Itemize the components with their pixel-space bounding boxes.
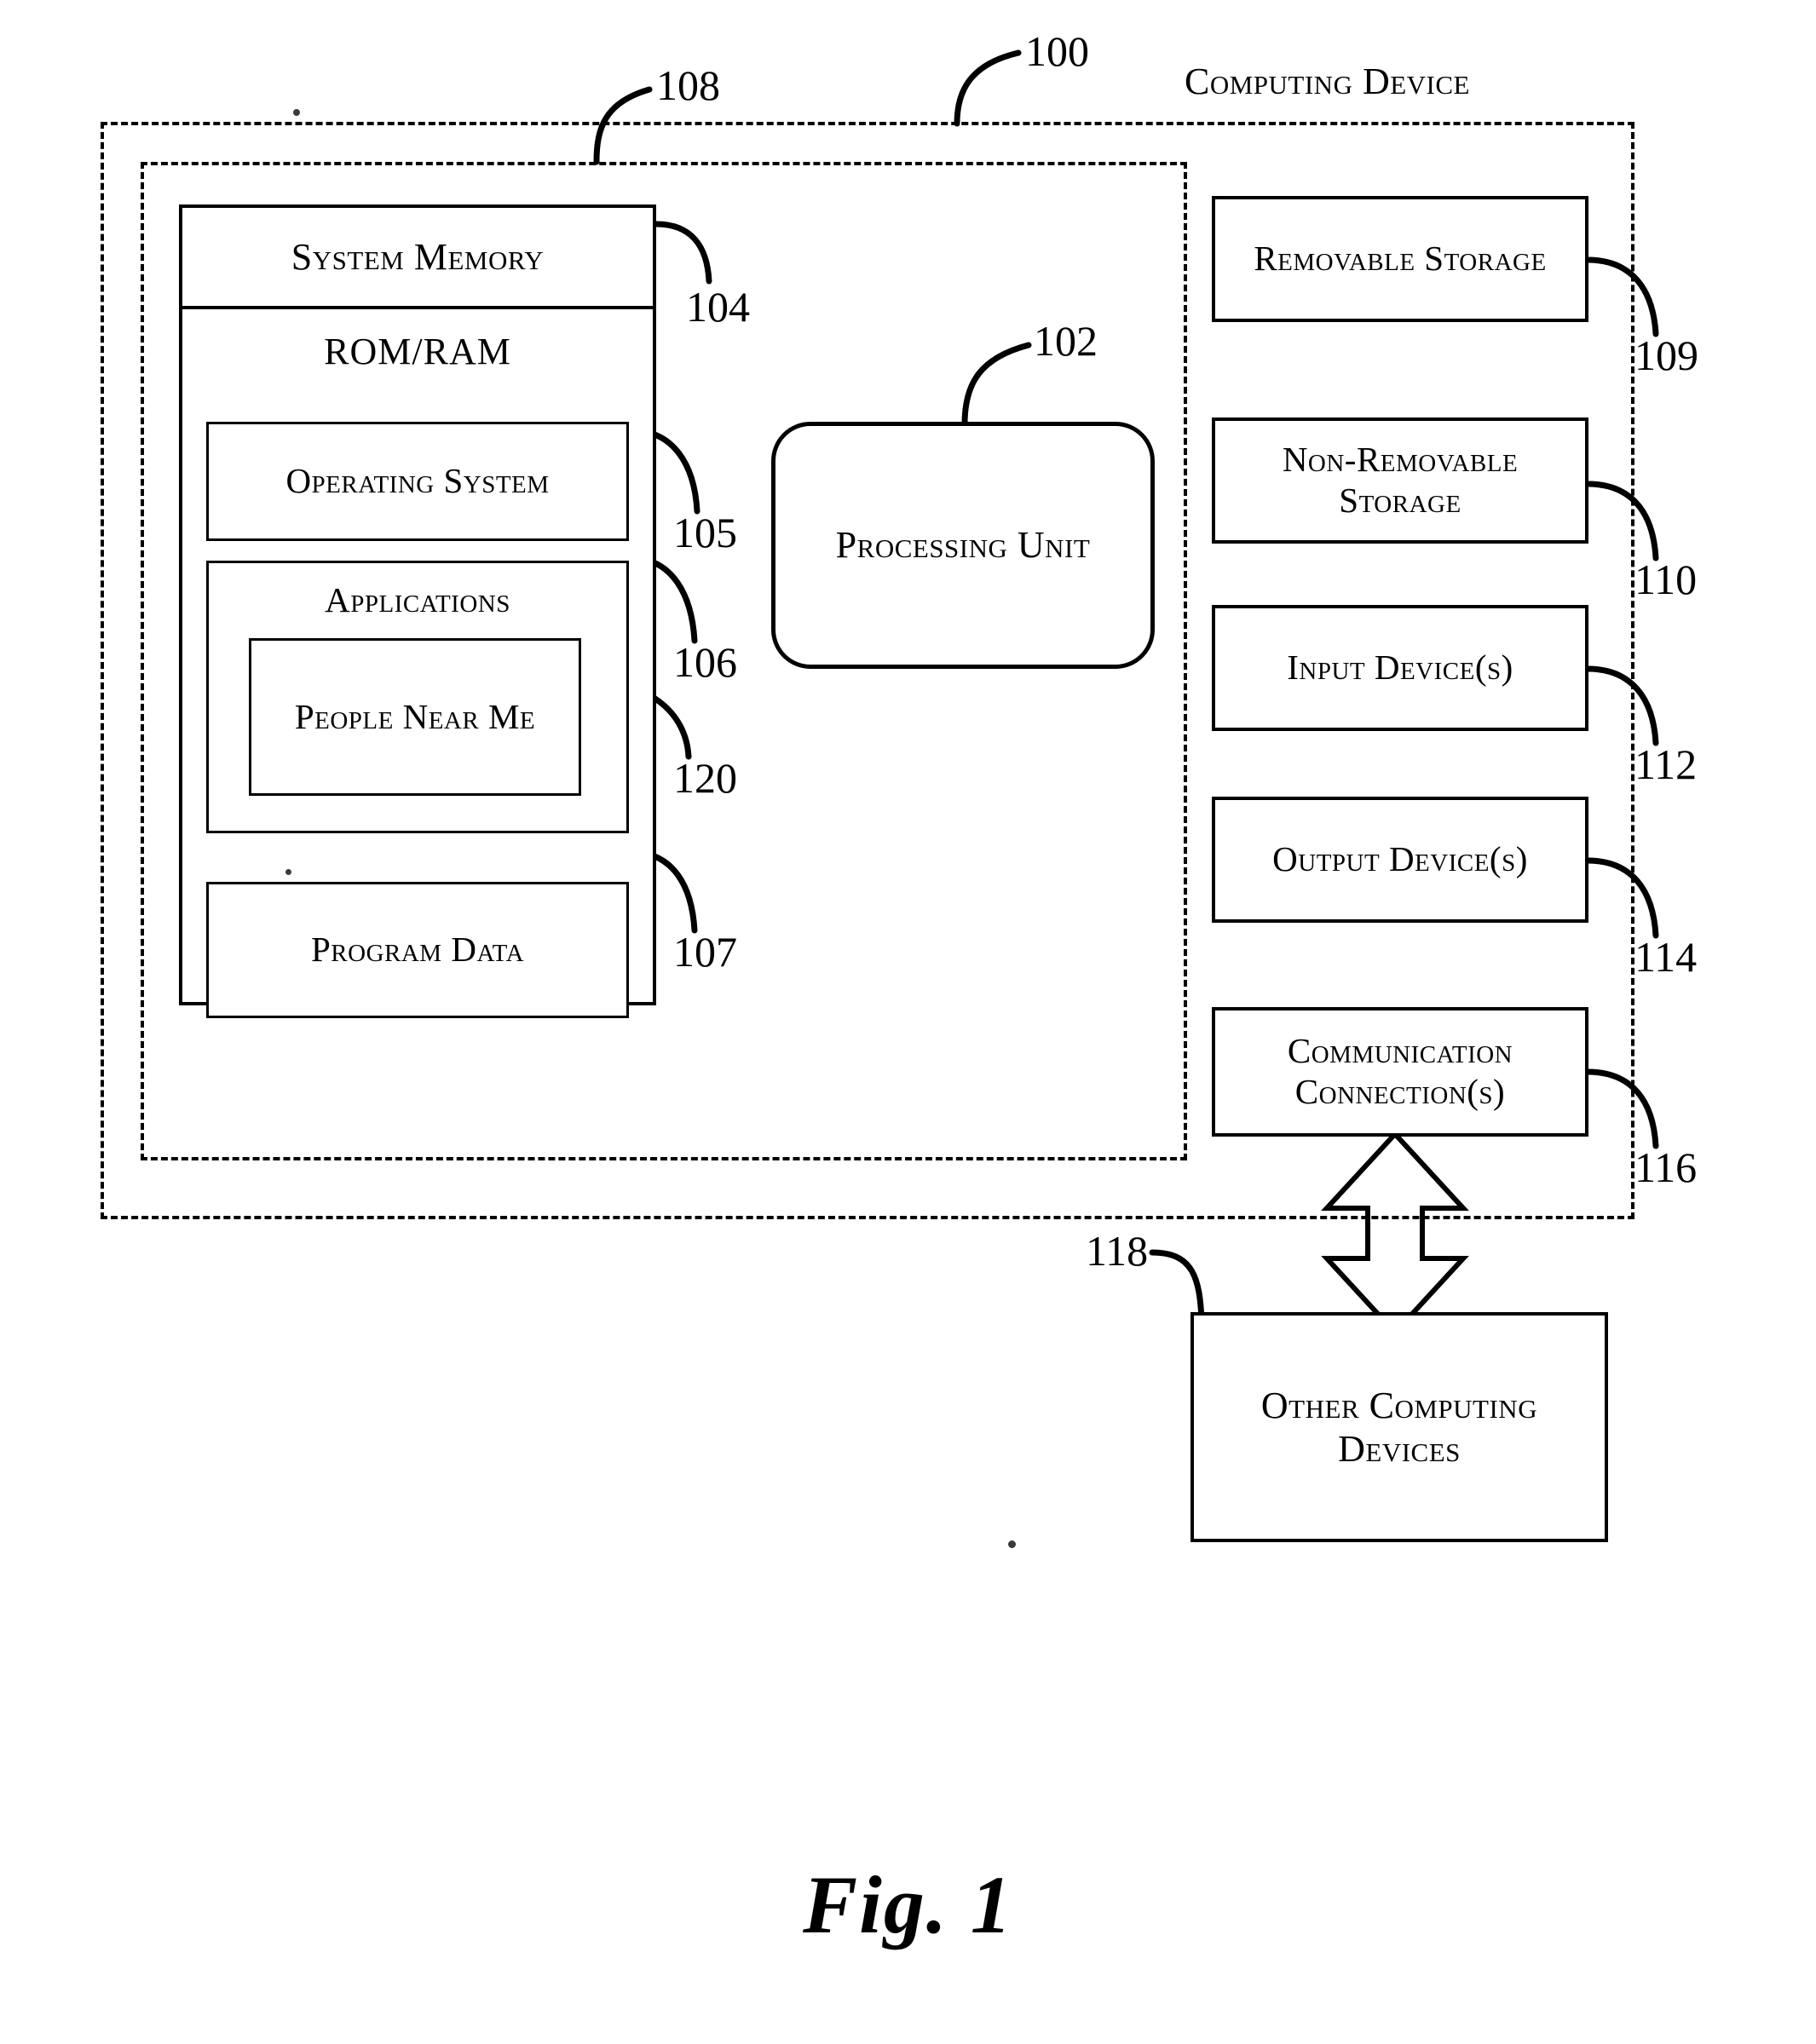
other-computing-devices-label: Other Computing Devices: [1260, 1384, 1538, 1470]
refnum-109: 109: [1634, 331, 1698, 379]
diagram-title: Computing Device: [1185, 60, 1470, 102]
refnum-108: 108: [656, 61, 720, 109]
system-memory-box: System Memory ROM/RAM Operating System A…: [179, 204, 656, 1018]
applications-box: Applications People Near Me: [206, 561, 629, 833]
patent-figure: Computing Device System Memory ROM/RAM O…: [0, 0, 1816, 2044]
input-devices-label: Input Device(s): [1287, 648, 1513, 688]
people-near-me-label: People Near Me: [294, 696, 536, 736]
input-devices-box: Input Device(s): [1212, 605, 1588, 731]
refnum-105: 105: [673, 509, 737, 556]
operating-system-label: Operating System: [285, 461, 550, 501]
rom-ram-label: ROM/RAM: [324, 331, 511, 372]
processing-unit-label: Processing Unit: [835, 524, 1091, 567]
leader-118: [1149, 1249, 1205, 1324]
other-computing-devices-box: Other Computing Devices: [1190, 1312, 1608, 1542]
refnum-120: 120: [673, 754, 737, 802]
refnum-116: 116: [1634, 1143, 1698, 1191]
rom-ram-region: ROM/RAM Operating System Applications Pe…: [182, 309, 653, 1018]
communication-connections-box: Communication Connection(s): [1212, 1007, 1588, 1137]
refnum-114: 114: [1634, 933, 1698, 981]
refnum-107: 107: [673, 928, 737, 976]
system-memory-label: System Memory: [182, 208, 653, 309]
refnum-102: 102: [1034, 317, 1098, 365]
removable-storage-label: Removable Storage: [1254, 239, 1547, 279]
communication-connections-label: Communication Connection(s): [1287, 1031, 1513, 1111]
refnum-104: 104: [686, 283, 750, 331]
program-data-box: Program Data: [206, 882, 629, 1018]
output-devices-label: Output Device(s): [1272, 839, 1528, 879]
scan-speck: [293, 109, 300, 116]
figure-caption: Fig. 1: [803, 1859, 1013, 1950]
refnum-112: 112: [1634, 740, 1698, 788]
processing-unit-box: Processing Unit: [771, 422, 1155, 669]
people-near-me-box: People Near Me: [249, 638, 581, 796]
scan-speck: [285, 869, 291, 875]
refnum-106: 106: [673, 638, 737, 686]
scan-speck: [1008, 1540, 1016, 1548]
non-removable-storage-box: Non-Removable Storage: [1212, 417, 1588, 544]
leader-100: [954, 49, 1022, 127]
operating-system-box: Operating System: [206, 422, 629, 541]
output-devices-box: Output Device(s): [1212, 797, 1588, 923]
refnum-100: 100: [1025, 27, 1089, 75]
removable-storage-box: Removable Storage: [1212, 196, 1588, 322]
program-data-label: Program Data: [310, 930, 525, 970]
applications-label: Applications: [325, 580, 510, 619]
non-removable-storage-label: Non-Removable Storage: [1282, 440, 1519, 520]
refnum-118: 118: [1086, 1227, 1149, 1275]
refnum-110: 110: [1634, 556, 1698, 603]
